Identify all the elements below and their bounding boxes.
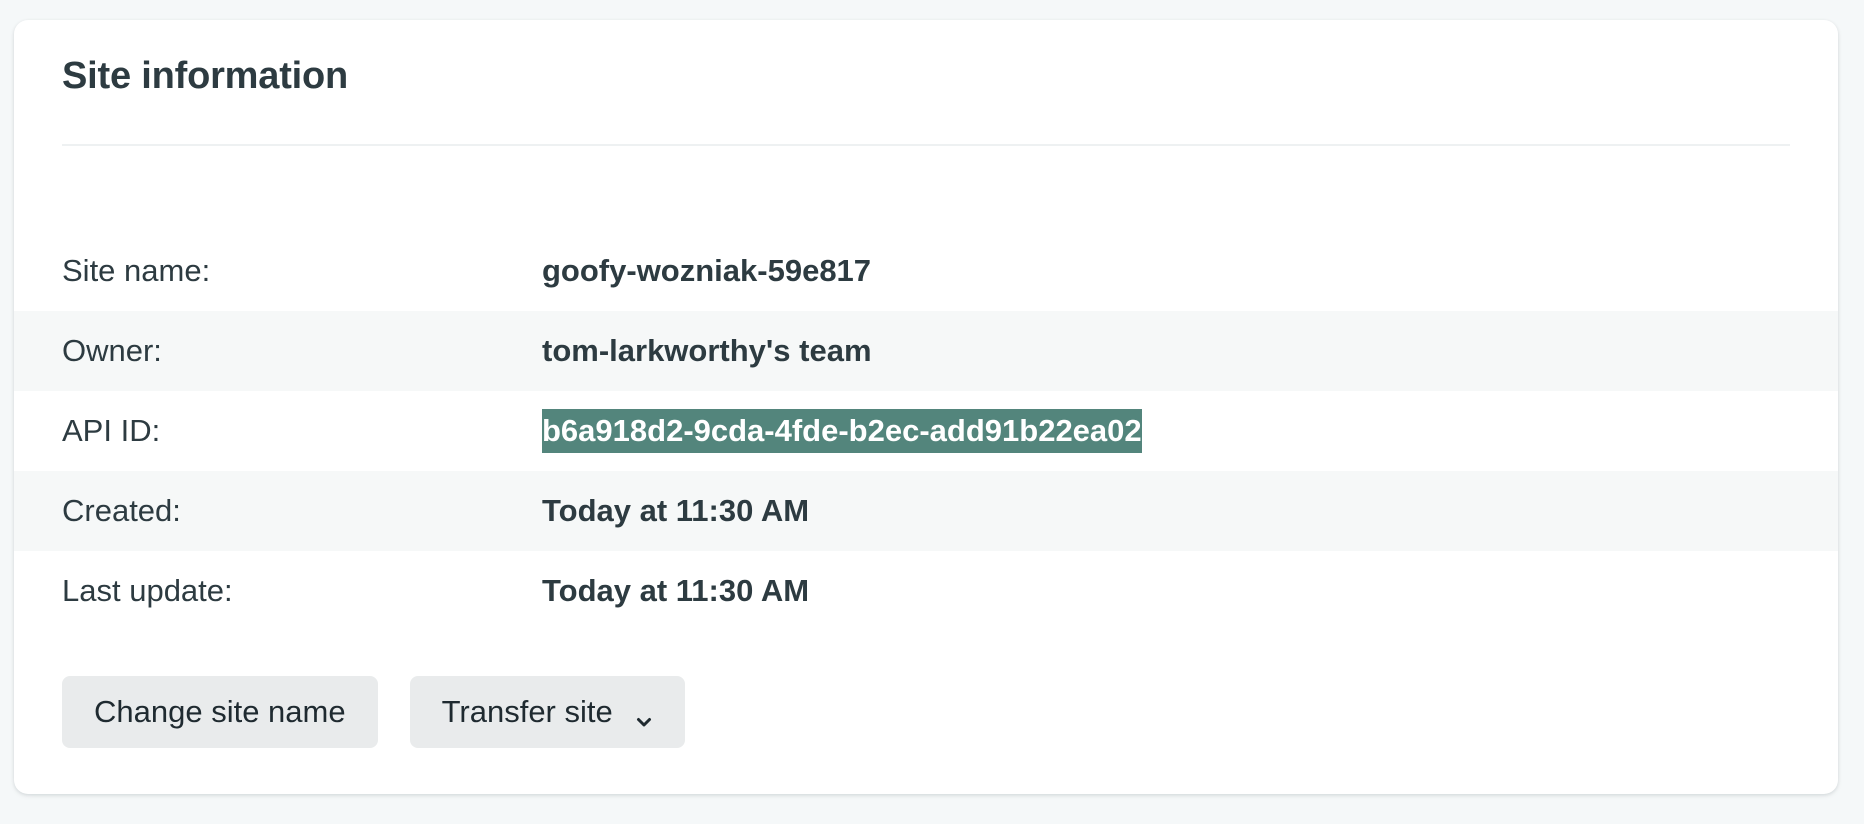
api-id-value[interactable]: b6a918d2-9cda-4fde-b2ec-add91b22ea02 <box>542 409 1142 453</box>
transfer-site-label: Transfer site <box>441 694 613 729</box>
card-actions: Change site name Transfer site <box>62 676 685 748</box>
transfer-site-button[interactable]: Transfer site <box>409 676 685 748</box>
change-site-name-button[interactable]: Change site name <box>62 676 378 748</box>
site-info-list: Site name: goofy-wozniak-59e817 Owner: t… <box>14 231 1838 631</box>
change-site-name-label: Change site name <box>94 694 346 729</box>
info-row-api-id: API ID: b6a918d2-9cda-4fde-b2ec-add91b22… <box>14 391 1838 471</box>
info-row-last-update: Last update: Today at 11:30 AM <box>14 551 1838 631</box>
created-label: Created: <box>62 493 181 528</box>
site-information-card: Site information Site name: goofy-woznia… <box>14 20 1838 794</box>
card-header: Site information <box>62 20 1790 146</box>
last-update-value: Today at 11:30 AM <box>542 573 810 608</box>
owner-value: tom-larkworthy's team <box>542 333 872 368</box>
api-id-label: API ID: <box>62 413 161 448</box>
info-row-owner: Owner: tom-larkworthy's team <box>14 311 1838 391</box>
site-name-value: goofy-wozniak-59e817 <box>542 253 872 288</box>
info-row-site-name: Site name: goofy-wozniak-59e817 <box>14 231 1838 311</box>
created-value: Today at 11:30 AM <box>542 493 810 528</box>
info-row-created: Created: Today at 11:30 AM <box>14 471 1838 551</box>
last-update-label: Last update: <box>62 573 233 608</box>
owner-label: Owner: <box>62 333 162 368</box>
site-name-label: Site name: <box>62 253 211 288</box>
chevron-down-icon <box>635 703 653 727</box>
card-title: Site information <box>62 54 349 97</box>
